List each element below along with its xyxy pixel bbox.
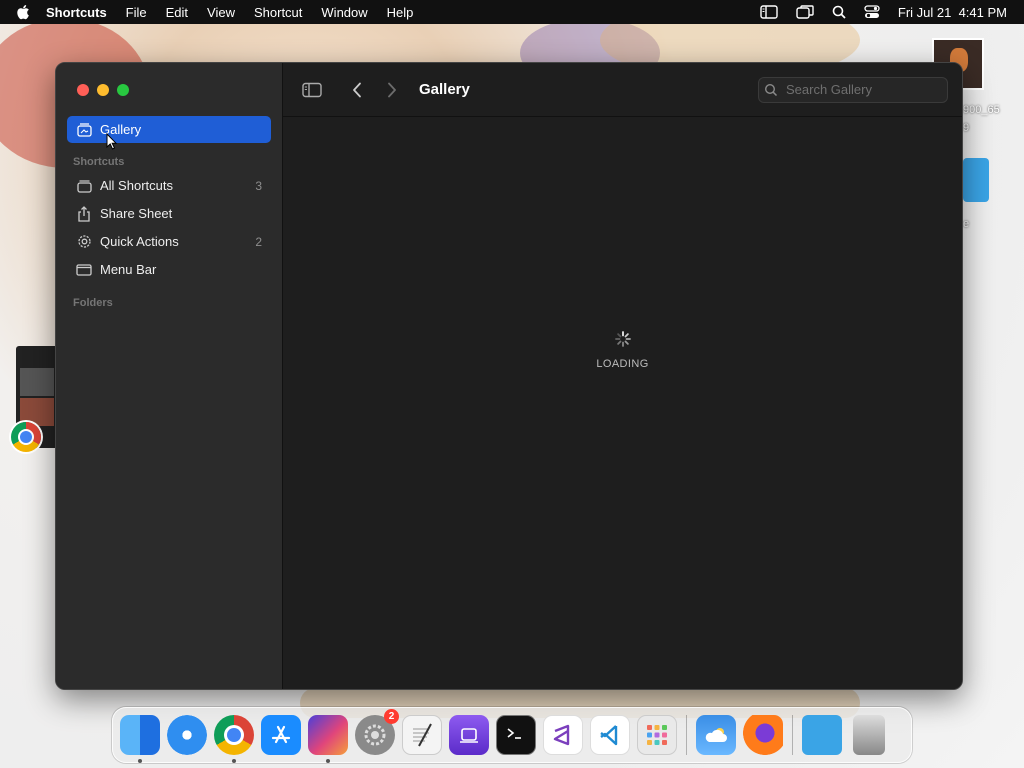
search-field[interactable] [758, 76, 948, 103]
shortcuts-app-icon[interactable] [308, 715, 348, 763]
gallery-icon [75, 121, 93, 139]
textedit-icon[interactable] [402, 715, 442, 755]
menu-help[interactable]: Help [387, 5, 414, 20]
firefox-icon[interactable] [743, 715, 783, 755]
toolbar: Gallery [283, 63, 962, 117]
sidebar-item-gallery[interactable]: Gallery [67, 116, 271, 143]
menu-window[interactable]: Window [321, 5, 367, 20]
purple-app-icon[interactable] [449, 715, 489, 755]
safari-icon[interactable] [167, 715, 207, 755]
control-center-icon[interactable] [864, 5, 880, 19]
finder-icon[interactable] [120, 715, 160, 763]
gear-icon [75, 233, 93, 251]
gallery-content: Gallery Search Gallery LOADING [283, 63, 962, 689]
desktop-folder-label[interactable]: e [963, 218, 969, 230]
dock: 2 [112, 707, 912, 763]
system-settings-icon[interactable]: 2 [355, 709, 399, 755]
notification-badge: 2 [384, 709, 399, 724]
dock-separator [686, 715, 687, 755]
terminal-icon[interactable] [496, 715, 536, 755]
window-controls [77, 84, 129, 96]
menubar-icon [75, 261, 93, 279]
zoom-button[interactable] [117, 84, 129, 96]
apple-menu-icon[interactable] [0, 4, 46, 20]
search-icon [764, 83, 778, 97]
downloads-folder-icon[interactable] [802, 715, 842, 755]
dock-separator [792, 715, 793, 755]
spinner-icon [614, 330, 632, 353]
sidebar-item-label: Menu Bar [100, 262, 157, 277]
toggle-sidebar-button[interactable] [300, 78, 324, 102]
sidebar-item-label: Share Sheet [100, 206, 173, 221]
shortcuts-window: Gallery Shortcuts All Shortcuts 3 Share … [55, 62, 963, 690]
loading-label: LOADING [596, 358, 649, 370]
chrome-window-icon[interactable] [11, 422, 41, 452]
screen-mirroring-icon[interactable] [796, 5, 814, 19]
sidebar-list-icon[interactable] [760, 5, 778, 19]
menu-shortcut[interactable]: Shortcut [254, 5, 302, 20]
sidebar-item-count: 3 [255, 178, 262, 193]
menu-app-name[interactable]: Shortcuts [46, 5, 107, 20]
forward-button[interactable] [380, 78, 404, 102]
close-button[interactable] [77, 84, 89, 96]
sidebar-section-shortcuts: Shortcuts [73, 156, 125, 168]
loading-indicator: LOADING [283, 330, 962, 370]
sidebar: Gallery Shortcuts All Shortcuts 3 Share … [56, 63, 283, 689]
launchpad-icon[interactable] [637, 715, 677, 755]
search-input[interactable] [784, 81, 938, 98]
stack-icon [75, 177, 93, 195]
sidebar-section-folders: Folders [73, 297, 113, 309]
sidebar-item-label: All Shortcuts [100, 178, 173, 193]
app-store-icon[interactable] [261, 715, 301, 755]
share-icon [75, 205, 93, 223]
spotlight-search-icon[interactable] [832, 5, 846, 19]
desktop-folder-icon[interactable] [963, 158, 989, 202]
menu-edit[interactable]: Edit [166, 5, 188, 20]
sidebar-item-quick-actions[interactable]: Quick Actions 2 [67, 228, 271, 255]
sidebar-item-label: Quick Actions [100, 234, 179, 249]
sidebar-item-menu-bar[interactable]: Menu Bar [67, 256, 271, 283]
sidebar-item-share-sheet[interactable]: Share Sheet [67, 200, 271, 227]
visual-studio-icon[interactable] [543, 715, 583, 755]
menu-clock[interactable]: Fri Jul 21 4:41 PM [898, 5, 1007, 20]
mouse-pointer-icon [106, 132, 118, 155]
menu-file[interactable]: File [126, 5, 147, 20]
menu-view[interactable]: View [207, 5, 235, 20]
sidebar-item-count: 2 [255, 234, 262, 249]
vscode-icon[interactable] [590, 715, 630, 755]
back-button[interactable] [345, 78, 369, 102]
sidebar-item-all-shortcuts[interactable]: All Shortcuts 3 [67, 172, 271, 199]
chrome-icon[interactable] [214, 715, 254, 763]
weather-icon[interactable] [696, 715, 736, 755]
trash-icon[interactable] [853, 715, 885, 755]
desktop-file-label[interactable]: 9 [963, 122, 969, 134]
page-title: Gallery [419, 81, 470, 98]
menu-bar: Shortcuts File Edit View Shortcut Window… [0, 0, 1024, 24]
desktop-file-label[interactable]: 900_65 [963, 104, 1000, 116]
minimize-button[interactable] [97, 84, 109, 96]
